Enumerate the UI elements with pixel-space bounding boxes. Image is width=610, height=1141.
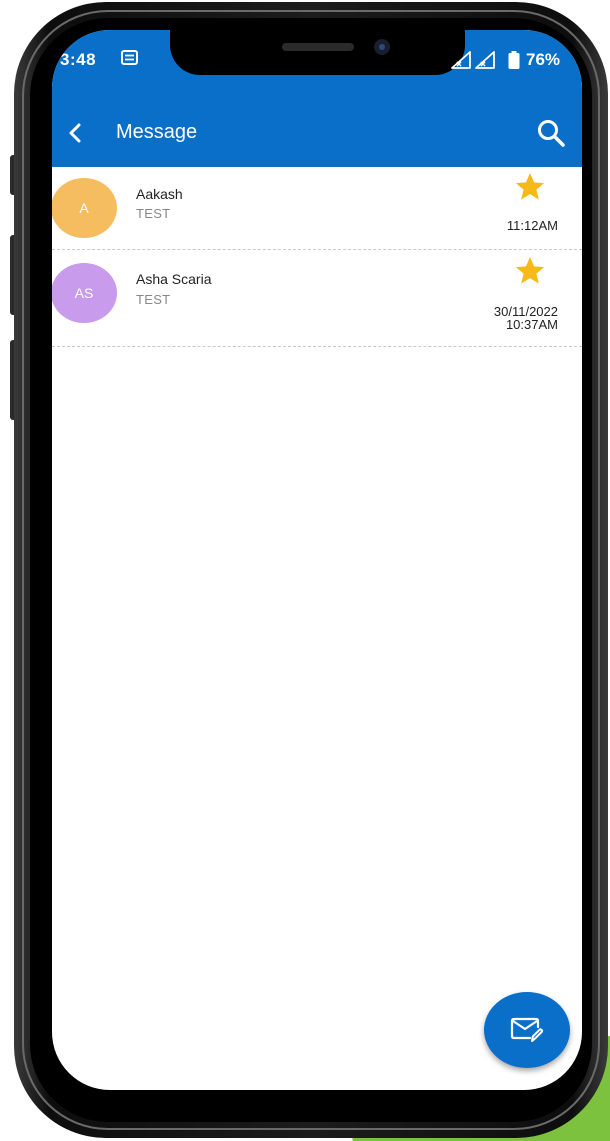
star-icon[interactable]: [514, 172, 546, 207]
message-time-value: 11:12AM: [506, 218, 558, 233]
message-snippet: TEST: [136, 206, 171, 221]
phone-mockup: 3:48 76% Message A Aakash TEST 11:12AM A…: [0, 0, 610, 1141]
chevron-left-icon: [69, 123, 81, 143]
front-camera: [374, 39, 390, 55]
avatar: AS: [52, 263, 117, 323]
no-signal-icon: [450, 51, 502, 74]
status-time: 3:48: [60, 50, 97, 69]
compose-mail-icon: [510, 1017, 544, 1042]
battery-percent: 76%: [526, 50, 561, 69]
avatar-initials: AS: [74, 285, 94, 301]
back-button[interactable]: [62, 118, 88, 148]
message-time: 11:12AM: [507, 219, 558, 232]
compose-button[interactable]: [484, 992, 570, 1068]
earpiece-speaker: [282, 43, 354, 51]
star-icon[interactable]: [514, 256, 546, 291]
screen: 3:48 76% Message A Aakash TEST 11:12AM A…: [52, 30, 582, 1090]
notch: [170, 30, 465, 75]
page-title: Message: [116, 121, 198, 143]
message-list-item[interactable]: A Aakash TEST 11:12AM: [52, 167, 582, 250]
message-time: 30/11/2022 10:37AM: [494, 305, 558, 331]
search-button[interactable]: [536, 118, 566, 148]
message-notification-icon: [121, 50, 138, 71]
battery-icon: [508, 51, 520, 74]
avatar: A: [52, 178, 117, 238]
message-list-item[interactable]: AS Asha Scaria TEST 30/11/2022 10:37AM: [52, 250, 582, 347]
search-icon: [538, 120, 565, 147]
message-time-value: 10:37AM: [505, 317, 558, 332]
avatar-initials: A: [79, 200, 89, 216]
message-snippet: TEST: [136, 292, 171, 307]
sender-name: Aakash: [136, 186, 183, 202]
sender-name: Asha Scaria: [136, 271, 212, 287]
app-bar: 3:48 76% Message: [52, 30, 582, 167]
